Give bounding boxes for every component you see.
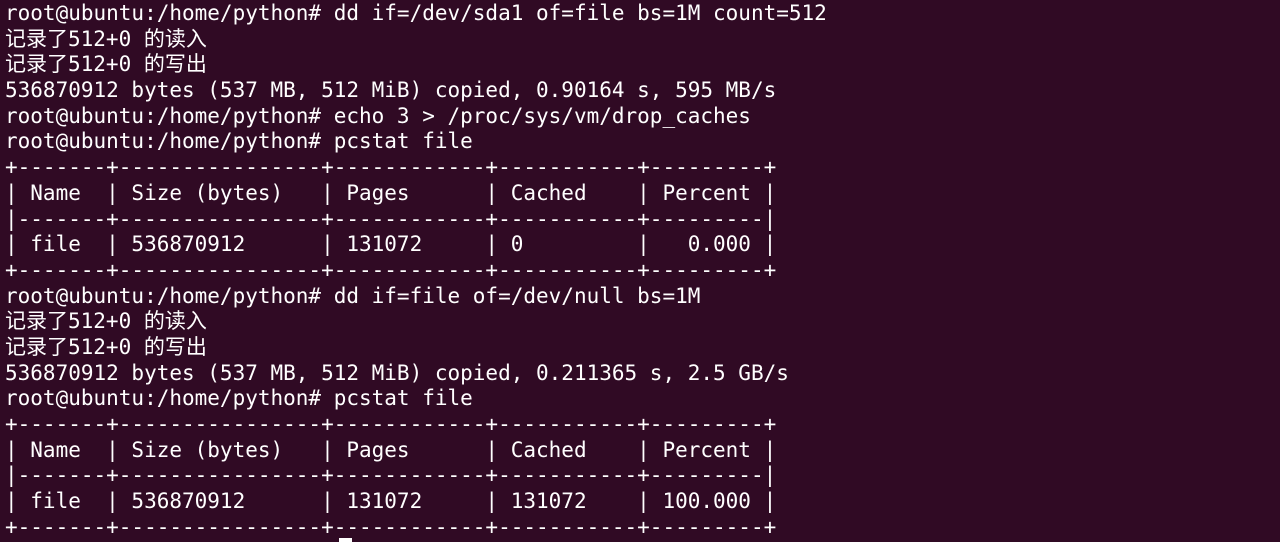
table-border-top: +-------+----------------+------------+-… — [5, 412, 777, 436]
text-cursor — [339, 538, 352, 542]
output-copy-stats: 536870912 bytes (537 MB, 512 MiB) copied… — [5, 360, 789, 385]
table-border-bottom: +-------+----------------+------------+-… — [5, 257, 777, 282]
table-row: | file | 536870912 | 131072 | 0 | 0.000 … — [5, 232, 777, 257]
prompt-line-pcstat: root@ubuntu:/home/python# pcstat file — [5, 386, 473, 411]
table-border-top: +-------+----------------+------------+-… — [5, 155, 777, 180]
output-records-in: 记录了512+0 的读入 — [5, 26, 207, 51]
table-border-bottom: +-------+----------------+------------+-… — [5, 514, 777, 539]
terminal-window[interactable]: root@ubuntu:/home/python# dd if=/dev/sda… — [0, 0, 1280, 542]
prompt-line-dd-file: root@ubuntu:/home/python# dd if=file of=… — [5, 283, 701, 308]
table-header-row: | Name | Size (bytes) | Pages | Cached |… — [5, 437, 777, 462]
table-header-separator: |-------+----------------+------------+-… — [5, 463, 777, 488]
prompt-line-drop-caches: root@ubuntu:/home/python# echo 3 > /proc… — [5, 103, 751, 128]
output-copy-stats: 536870912 bytes (537 MB, 512 MiB) copied… — [5, 78, 777, 103]
prompt-line-dd-sda1: root@ubuntu:/home/python# dd if=/dev/sda… — [5, 1, 827, 25]
prompt-line-pcstat: root@ubuntu:/home/python# pcstat file — [5, 129, 473, 154]
output-records-in: 记录了512+0 的读入 — [5, 309, 207, 334]
table-header-separator: |-------+----------------+------------+-… — [5, 206, 777, 231]
output-records-out: 记录了512+0 的写出 — [5, 52, 207, 77]
table-row: | file | 536870912 | 131072 | 131072 | 1… — [5, 489, 777, 514]
output-records-out: 记录了512+0 的写出 — [5, 334, 207, 359]
table-header-row: | Name | Size (bytes) | Pages | Cached |… — [5, 180, 777, 205]
